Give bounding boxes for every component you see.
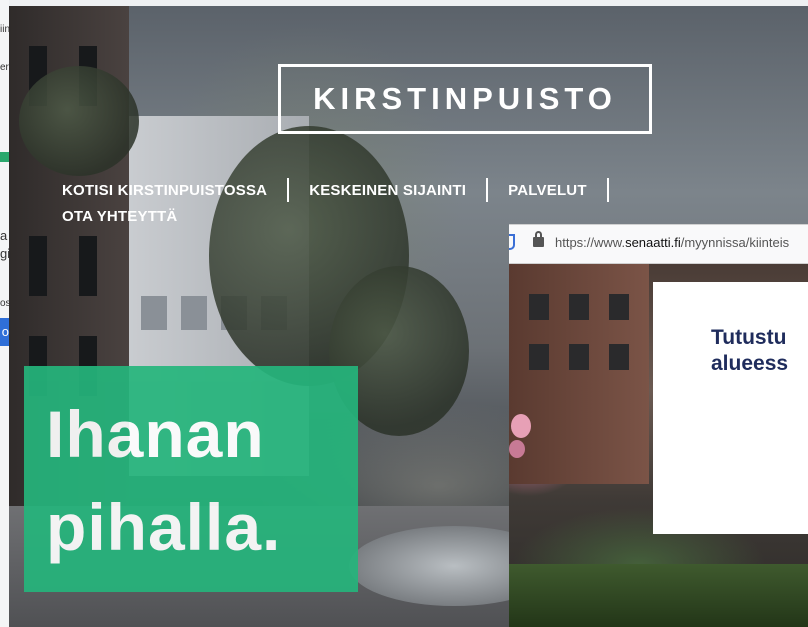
nav-item-kotisi-kirstinpuistossa[interactable]: KOTISI KIRSTINPUISTOSSA [62, 182, 267, 199]
headline-line: pihalla. [46, 490, 282, 564]
nav-separator [486, 178, 489, 202]
url-text[interactable]: https://www.senaatti.fi/myynnissa/kiinte… [555, 235, 789, 250]
address-bar[interactable]: https://www.senaatti.fi/myynnissa/kiinte… [509, 224, 808, 264]
underlying-page-left-strip: iin er a gi os o [0, 0, 9, 627]
balloon [511, 414, 531, 438]
brick-building [509, 264, 649, 484]
card-title-line: alueess [711, 352, 789, 375]
nav-item-ota-yhteytta[interactable]: OTA YHTEYTTÄ [62, 208, 177, 225]
tracking-shield-icon[interactable] [509, 234, 515, 250]
logo-text: KIRSTINPUISTO [313, 81, 617, 116]
underlying-blue-button[interactable]: o [0, 318, 9, 346]
balloon [509, 440, 525, 458]
underlying-text: iin [0, 24, 9, 35]
site-logo[interactable]: KIRSTINPUISTO [278, 64, 652, 134]
nav-item-palvelut[interactable]: PALVELUT [508, 182, 587, 199]
headline-box: Ihanan pihalla. [24, 366, 358, 592]
underlying-text: er [0, 62, 9, 73]
underlying-text: a [0, 228, 8, 243]
intro-card: Tutustu alueess [653, 282, 808, 534]
nav-separator [606, 178, 609, 202]
card-title-line: Tutustu [711, 326, 787, 349]
lock-icon[interactable] [533, 231, 544, 247]
underlying-text: gi [0, 246, 9, 261]
overlay-browser-screenshot: https://www.senaatti.fi/myynnissa/kiinte… [509, 224, 808, 627]
nav-separator [287, 178, 290, 202]
main-nav: KOTISI KIRSTINPUISTOSSA KESKEINEN SIJAIN… [62, 178, 802, 228]
headline-line: Ihanan [46, 397, 265, 471]
tree [19, 66, 139, 176]
underlying-text: os [0, 298, 9, 309]
underlying-green-bar [0, 152, 9, 162]
plants [509, 564, 808, 627]
nav-item-keskeinen-sijainti[interactable]: KESKEINEN SIJAINTI [309, 182, 466, 199]
